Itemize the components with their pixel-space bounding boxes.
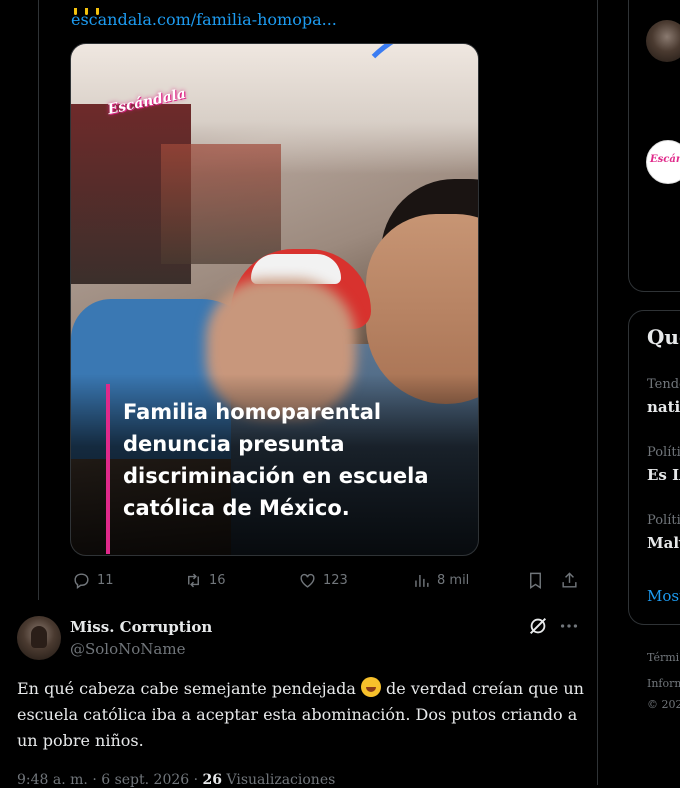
- reply-text-part1: En qué cabeza cabe semejante pendejada: [17, 679, 361, 698]
- trend-title[interactable]: Es IA: [647, 466, 680, 484]
- trend-category: Polític: [647, 513, 680, 528]
- trend-category: Tende: [647, 377, 680, 392]
- footer-copyright: © 202: [647, 698, 680, 711]
- main-column-border: [597, 0, 598, 785]
- share-button[interactable]: [560, 570, 585, 590]
- retweet-icon: [188, 573, 199, 587]
- reply-text: En qué cabeza cabe semejante pendejada d…: [17, 676, 592, 754]
- reply-button[interactable]: 11: [72, 570, 114, 590]
- bookmark-button[interactable]: [526, 570, 551, 590]
- views-count: 8 mil: [437, 572, 470, 588]
- show-more-link[interactable]: Most: [647, 587, 680, 605]
- heart-icon: [300, 573, 315, 588]
- article-link[interactable]: escandala.com/familia-homopa...: [71, 10, 337, 29]
- reply-views-count: 26: [202, 772, 223, 788]
- previous-content-fragment: [74, 0, 108, 15]
- trend-title[interactable]: nati: [647, 398, 680, 416]
- bar-chart-icon: [415, 574, 429, 587]
- reply-meta: 9:48 a. m. · 6 sept. 2026 · 26 Visualiza…: [17, 772, 336, 788]
- escandala-avatar-logo: Escándala: [650, 154, 680, 165]
- image-headline: Familia homoparental denuncia presunta d…: [123, 400, 429, 520]
- article-card-image[interactable]: Escándala Familia homoparental denuncia …: [70, 43, 479, 556]
- suggested-account-avatar[interactable]: [646, 20, 680, 62]
- like-count: 123: [323, 572, 348, 588]
- retweet-button[interactable]: 16: [184, 570, 226, 590]
- trend-category: Polític: [647, 445, 680, 460]
- reply-views-label: Visualizaciones: [226, 772, 336, 788]
- headline-accent-bar: [106, 384, 110, 554]
- trend-title[interactable]: Malv: [647, 534, 680, 552]
- more-options-icon[interactable]: [558, 615, 580, 637]
- grok-icon[interactable]: [527, 615, 549, 637]
- author-name[interactable]: Miss. Corruption: [70, 618, 212, 636]
- trends-title: Qué: [647, 325, 680, 349]
- image-store-2: [161, 144, 281, 264]
- footer-link-info[interactable]: Inform: [647, 677, 680, 690]
- share-icon: [562, 571, 577, 588]
- like-button[interactable]: 123: [298, 570, 348, 590]
- reply-count: 11: [97, 572, 114, 588]
- thread-line: [38, 0, 39, 600]
- bookmark-icon: [530, 572, 541, 589]
- footer-link-terms[interactable]: Térmi: [647, 651, 679, 664]
- views-button[interactable]: 8 mil: [412, 570, 469, 590]
- laughing-emoji-icon: [360, 677, 381, 697]
- avatar[interactable]: [17, 616, 61, 660]
- author-handle[interactable]: @SoloNoName: [70, 640, 185, 658]
- reply-icon: [74, 572, 89, 589]
- reply-time[interactable]: 9:48 a. m.: [17, 772, 88, 788]
- reply-date[interactable]: 6 sept. 2026: [101, 772, 189, 788]
- retweet-count: 16: [209, 572, 226, 588]
